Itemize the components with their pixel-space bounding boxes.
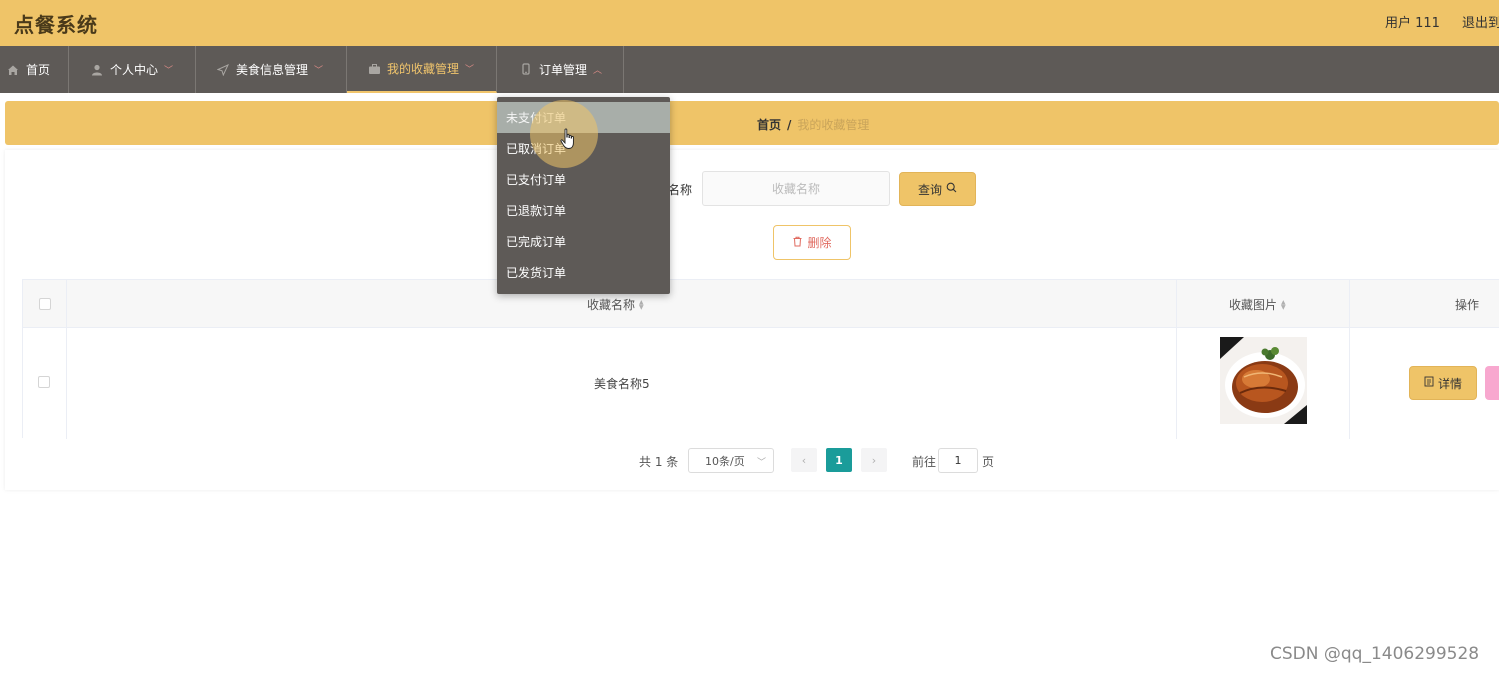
sort-icon[interactable]: ▲ ▼ (639, 299, 644, 310)
delete-button[interactable]: 删除 (773, 225, 851, 260)
nav-item-label: 订单管理 (539, 63, 588, 77)
breadcrumb-home[interactable]: 首页 (757, 118, 781, 132)
menu-item-paid-orders[interactable]: 已支付订单 (497, 164, 670, 195)
breadcrumb-separator: / (787, 118, 792, 132)
nav-item-favorites[interactable]: 我的收藏管理 ﹀ (347, 46, 497, 93)
phone-icon (519, 63, 533, 77)
search-label: 名称 (668, 183, 693, 197)
favorite-name: 美食名称5 (594, 377, 650, 391)
nav-item-label: 个人中心 (110, 63, 159, 77)
breadcrumb: 首页 / 我的收藏管理 (757, 116, 869, 133)
nav-item-label: 我的收藏管理 (387, 62, 460, 76)
menu-item-shipped-orders[interactable]: 已发货订单 (497, 257, 670, 288)
user-icon (90, 63, 104, 77)
chevron-down-icon: ﹀ (314, 66, 324, 76)
nav-item-food-info[interactable]: 美食信息管理 ﹀ (196, 46, 347, 93)
breadcrumb-bar (5, 101, 1499, 145)
detail-button-label: 详情 (1437, 376, 1462, 391)
query-button[interactable]: 查询 (899, 172, 976, 206)
app-title: 点餐系统 (14, 13, 98, 37)
page-suffix-label: 页 (982, 455, 995, 469)
goto-label: 前往 (912, 455, 937, 469)
food-image (1220, 337, 1307, 424)
briefcase-icon (367, 62, 381, 76)
nav-item-orders[interactable]: 订单管理 ︿ (497, 46, 624, 93)
pagination-total: 共 1 条 (639, 455, 679, 469)
orders-dropdown-menu: 未支付订单 已取消订单 已支付订单 已退款订单 已完成订单 已发货订单 (497, 97, 670, 294)
home-icon (6, 63, 20, 77)
trash-icon (792, 236, 803, 250)
nav-item-home[interactable]: 首页 (0, 46, 69, 93)
column-header-name[interactable]: 收藏名称 ▲ ▼ (587, 296, 644, 313)
detail-button[interactable]: 详情 (1409, 366, 1477, 400)
chevron-down-icon: ﹀ (164, 66, 174, 76)
search-icon (946, 182, 957, 196)
next-page-button[interactable]: › (861, 448, 887, 472)
edit-button-partial[interactable] (1485, 366, 1499, 400)
sort-icon[interactable]: ▲ ▼ (1281, 299, 1286, 310)
menu-item-refunded-orders[interactable]: 已退款订单 (497, 195, 670, 226)
favorites-table: 收藏名称 ▲ ▼ 收藏图片 ▲ ▼ 操作 美食名称5 详情 (22, 279, 1499, 439)
search-input[interactable] (702, 171, 890, 206)
nav-item-label: 首页 (26, 63, 51, 77)
page-size-select[interactable]: 10条/页 ﹀ (688, 448, 774, 473)
column-divider (1349, 280, 1350, 439)
column-header-label: 收藏名称 (587, 298, 636, 312)
row-checkbox[interactable] (38, 376, 50, 388)
column-header-actions: 操作 (1455, 296, 1479, 313)
menu-item-cancelled-orders[interactable]: 已取消订单 (497, 133, 670, 164)
column-divider (1176, 280, 1177, 439)
column-divider (66, 280, 67, 439)
user-label: 用户 111 (1385, 16, 1440, 31)
nav-item-personal-center[interactable]: 个人中心 ﹀ (69, 46, 196, 93)
table-header: 收藏名称 ▲ ▼ 收藏图片 ▲ ▼ 操作 (23, 280, 1499, 328)
delete-button-label: 删除 (807, 236, 832, 250)
watermark: CSDN @qq_1406299528 (1270, 644, 1480, 664)
menu-item-completed-orders[interactable]: 已完成订单 (497, 226, 670, 257)
column-header-label: 操作 (1455, 298, 1480, 312)
page-jump-input[interactable] (938, 448, 978, 473)
breadcrumb-current: 我的收藏管理 (797, 118, 870, 132)
chevron-up-icon: ︿ (593, 66, 603, 76)
send-icon (216, 63, 230, 77)
top-bar: 点餐系统 用户 111 退出到 (0, 0, 1499, 46)
select-all-checkbox[interactable] (39, 298, 51, 310)
column-header-image[interactable]: 收藏图片 ▲ ▼ (1229, 296, 1286, 313)
nav-item-label: 美食信息管理 (236, 63, 309, 77)
column-header-label: 收藏图片 (1229, 298, 1278, 312)
query-button-label: 查询 (917, 182, 942, 197)
logout-link[interactable]: 退出到 (1462, 12, 1499, 31)
prev-page-button[interactable]: ‹ (791, 448, 817, 472)
main-nav: 首页 个人中心 ﹀ 美食信息管理 ﹀ 我的收藏管理 ﹀ 订单管理 ︿ (0, 46, 1499, 93)
document-icon (1424, 376, 1434, 390)
chevron-down-icon: ﹀ (756, 458, 766, 468)
page-number-current[interactable]: 1 (826, 448, 852, 472)
pagination: 共 1 条 10条/页 ﹀ ‹ 1 › 前往 页 (0, 448, 1499, 474)
chevron-down-icon: ﹀ (465, 65, 475, 75)
menu-item-unpaid-orders[interactable]: 未支付订单 (497, 102, 670, 133)
page-size-value: 10条/页 (705, 454, 745, 468)
